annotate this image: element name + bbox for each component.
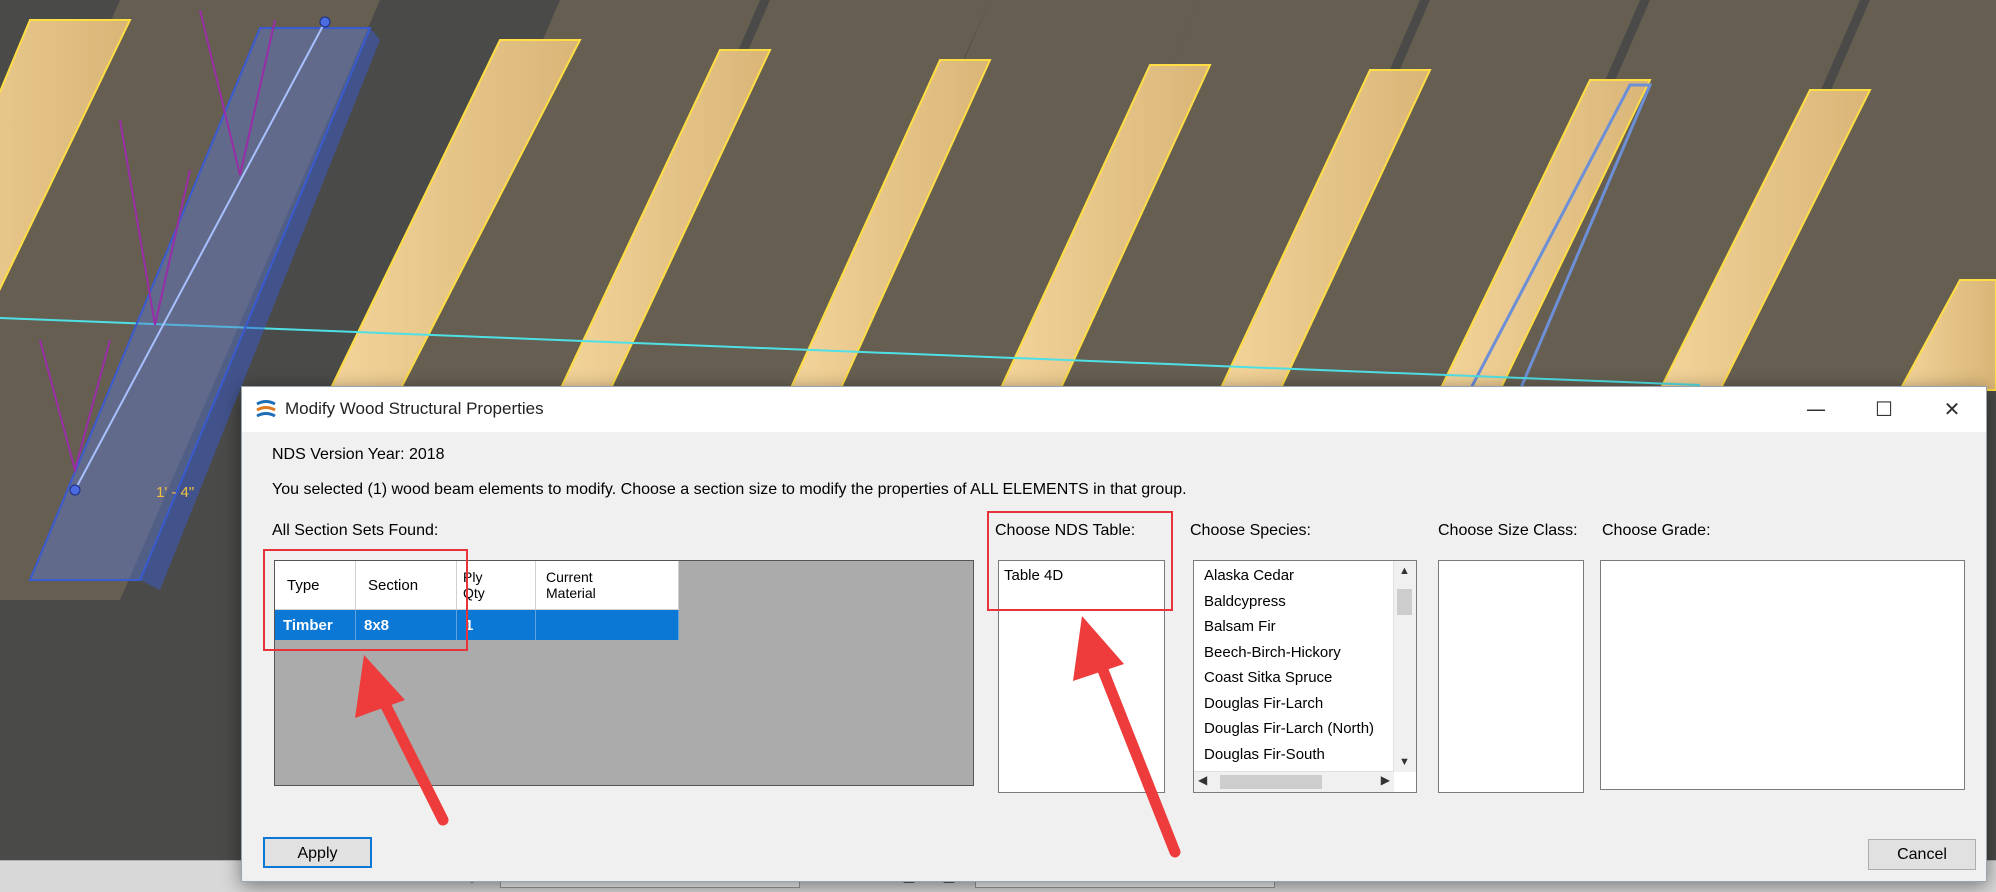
annotation-arrows xyxy=(355,616,1181,858)
